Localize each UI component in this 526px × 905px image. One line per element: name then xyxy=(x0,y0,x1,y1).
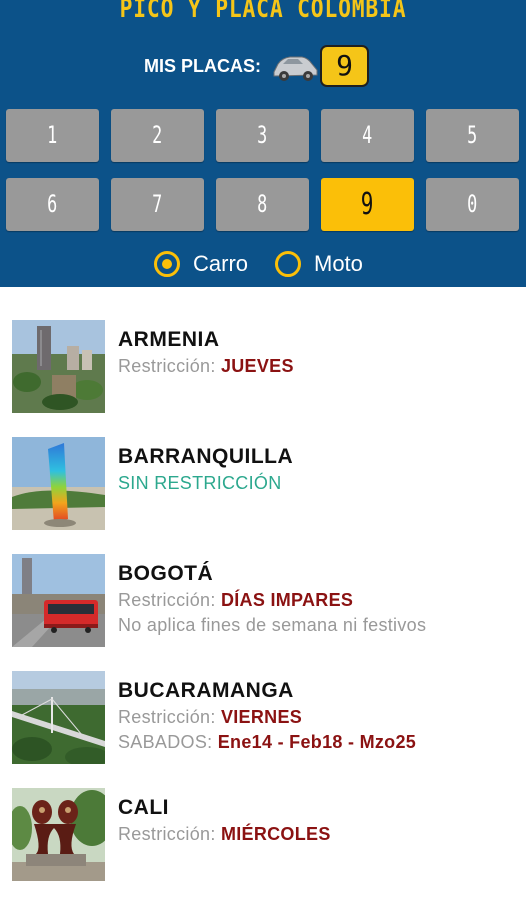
city-name: CALI xyxy=(118,796,169,819)
header: PICO Y PLACA COLOMBIA MIS PLACAS: 9 1 2 … xyxy=(0,0,526,287)
bucaramanga-photo xyxy=(12,671,105,764)
digit-button-1[interactable]: 1 xyxy=(6,109,99,162)
restriction-line: Restricción: VIERNES xyxy=(118,707,303,727)
city-name: BOGOTÁ xyxy=(118,562,214,585)
city-name: BUCARAMANGA xyxy=(118,679,294,702)
restriction-note: No aplica fines de semana ni festivos xyxy=(118,615,427,635)
city-row-bucaramanga[interactable]: BUCARAMANGA Restricción: VIERNES SABADOS… xyxy=(0,671,526,788)
radio-moto[interactable]: Moto xyxy=(275,248,363,280)
saturday-restriction-line: SABADOS: Ene14 - Feb18 - Mzo25 xyxy=(118,732,417,752)
armenia-photo xyxy=(12,320,105,413)
car-icon xyxy=(273,56,318,81)
app-title: PICO Y PLACA COLOMBIA xyxy=(119,0,407,24)
bogota-photo xyxy=(12,554,105,647)
barranquilla-photo xyxy=(12,437,105,530)
radio-carro[interactable]: Carro xyxy=(154,248,248,280)
city-row-barranquilla[interactable]: BARRANQUILLA SIN RESTRICCIÓN xyxy=(0,437,526,554)
digit-button-0[interactable]: 0 xyxy=(426,178,519,231)
city-name: BARRANQUILLA xyxy=(118,445,294,468)
radio-carro-label: Carro xyxy=(193,251,249,276)
digit-button-2[interactable]: 2 xyxy=(111,109,204,162)
radio-selected-icon xyxy=(154,251,180,277)
digit-button-3[interactable]: 3 xyxy=(216,109,309,162)
radio-unselected-icon xyxy=(275,251,301,277)
status-text: SIN RESTRICCIÓN xyxy=(118,473,282,493)
digit-button-5[interactable]: 5 xyxy=(426,109,519,162)
cali-photo xyxy=(12,788,105,881)
digit-button-6[interactable]: 6 xyxy=(6,178,99,231)
digit-button-8[interactable]: 8 xyxy=(216,178,309,231)
selected-plate-badge[interactable]: 9 xyxy=(320,45,369,87)
restriction-line: Restricción: MIÉRCOLES xyxy=(118,824,331,844)
city-name: ARMENIA xyxy=(118,328,220,351)
city-row-armenia[interactable]: ARMENIA Restricción: JUEVES xyxy=(0,320,526,437)
digit-button-9[interactable]: 9 xyxy=(321,178,414,231)
restriction-line: Restricción: JUEVES xyxy=(118,356,294,376)
my-plates-label: MIS PLACAS: xyxy=(144,56,261,76)
city-row-cali[interactable]: CALI Restricción: MIÉRCOLES xyxy=(0,788,526,905)
restriction-line: Restricción: DÍAS IMPARES xyxy=(118,590,354,610)
city-row-bogota[interactable]: BOGOTÁ Restricción: DÍAS IMPARES No apli… xyxy=(0,554,526,671)
digit-button-7[interactable]: 7 xyxy=(111,178,204,231)
radio-moto-label: Moto xyxy=(314,251,363,276)
digit-button-4[interactable]: 4 xyxy=(321,109,414,162)
